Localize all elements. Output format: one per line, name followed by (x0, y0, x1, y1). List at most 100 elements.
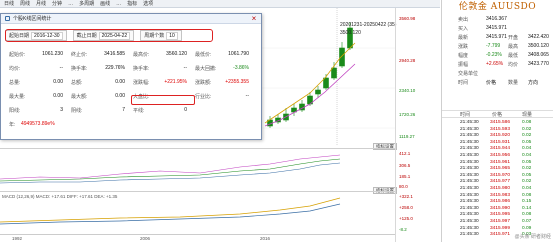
axis-value-3: 1720.26 (399, 112, 416, 117)
stat-value: 0.00 (115, 79, 125, 85)
toolbar-item[interactable]: 日线 (4, 0, 14, 7)
toolbar-item[interactable]: … (68, 1, 73, 7)
x-axis: 1992 2006 2016 (0, 234, 395, 242)
tick-cell: 0.08 (522, 192, 532, 198)
quote-row: 最新 3415.971 开盘 3422.420 (442, 34, 553, 42)
quote-cell: 涨跌 (458, 44, 469, 50)
tick-row: 21:45:30 3415.944 0.04 (442, 146, 553, 152)
tick-cell: 3415.990 (490, 205, 511, 211)
tick-cell: 3415.965 (490, 166, 511, 172)
tick-cell: 21:45:30 (460, 139, 479, 145)
quote-cell: 均价 (508, 62, 519, 68)
toolbar-item[interactable]: 月线 (36, 0, 46, 7)
candlesticks (267, 22, 353, 128)
quote-cell: 3422.420 (528, 34, 549, 40)
x-label-1: 2006 (140, 236, 151, 241)
toolbar-item[interactable]: 画线 (100, 0, 110, 7)
tick-cell: 21:45:30 (460, 179, 479, 185)
toolbar-item[interactable]: 周线 (20, 0, 30, 7)
toolbar-item[interactable]: 分钟 (52, 0, 62, 7)
macd-axis-1: +258.0 (399, 205, 413, 210)
stat-label: 阴线: (71, 108, 83, 114)
tick-cell: 21:45:30 (460, 232, 479, 238)
app-icon (5, 16, 10, 21)
tick-cell: 0.04 (522, 186, 532, 191)
macd-axis-0: +322.1 (399, 194, 413, 199)
tick-cell: 0.08 (522, 212, 532, 218)
interval-stats-dialog: 个股K线区间统计 × 起始日期 2016-12-30 截止日期 2025-04-… (0, 13, 262, 140)
tick-cell: 3415.971 (490, 232, 511, 238)
instrument-title: 伦敦金 AUUSDO (458, 2, 537, 12)
tick-cell: 0.15 (522, 199, 532, 205)
stats-row: 总量: 0.00 总额: 0.00 涨跌幅: +221.95% 涨跌额: +2355.355 (9, 79, 259, 88)
tick-row: 21:45:30 3415.980 0.04 (442, 186, 553, 192)
stat-label: 涨跌幅: (133, 80, 150, 86)
tick-row: 21:45:30 3415.586 0.08 (442, 120, 553, 126)
tick-cell: 21:45:30 (460, 146, 479, 152)
vol-axis-1: 306.5 (399, 163, 411, 168)
stat-value: -- (59, 65, 63, 71)
tick-row: 21:45:30 3415.970 0.05 (442, 173, 553, 179)
tick-header-cell: 现量 (522, 112, 533, 118)
quote-cell: +2.65% (486, 61, 504, 67)
tick-row: 21:45:30 3415.997 0.07 (442, 219, 553, 225)
stat-label: 最大量: (9, 94, 26, 100)
quote-cell: 买入 (458, 26, 469, 32)
toolbar-item[interactable]: 多周期 (79, 0, 94, 7)
tick-header: 时间 价格 现量 (442, 110, 553, 118)
stat-label: 涨跌额: (195, 80, 212, 86)
stat-value: 1061.790 (228, 51, 249, 57)
tick-header-cell: 价格 (492, 112, 503, 118)
axis-value-0: 3560.98 (399, 16, 416, 21)
stat-label: 换手率: (71, 66, 88, 72)
macd-axis-2: +125.0 (399, 216, 413, 221)
tick-header-cell: 时间 (460, 112, 471, 118)
candle-body (339, 47, 345, 67)
toolbar-item[interactable]: … (116, 1, 121, 7)
tick-row: 21:45:30 3415.983 0.08 (442, 193, 553, 199)
tick-row: 21:45:30 3415.977 0.02 (442, 179, 553, 185)
close-icon[interactable]: × (250, 15, 258, 23)
dialog-title: 个股K线区间统计 (13, 16, 52, 22)
tick-cell: 3415.977 (490, 179, 511, 185)
tick-cell: 3415.980 (490, 186, 511, 191)
stat-value: 0.00 (53, 79, 63, 85)
quote-row: 振幅 +2.65% 均价 3423.770 (442, 61, 553, 69)
tick-cell: 0.05 (522, 139, 532, 145)
tick-cell: 3415.983 (490, 192, 511, 198)
cursor-date-label: 20201231-20250422 (35) (340, 22, 397, 28)
tick-cell: 0.02 (522, 179, 532, 185)
stat-label: 终止价: (71, 52, 88, 58)
app-window: 日线 周线 月线 分钟 … 多周期 画线 … 指标 选项 20201231-20250422 (3… (0, 0, 553, 242)
vol-axis-0: 412.1 (399, 151, 411, 156)
tick-cell: 0.07 (522, 219, 532, 224)
stat-value: +2355.355 (225, 79, 249, 85)
tick-row: 21:45:30 3415.999 0.09 (442, 226, 553, 232)
tick-cell: 3415.970 (490, 172, 511, 178)
tick-cell: 3415.944 (490, 146, 511, 152)
stat-value: +221.95% (164, 79, 187, 85)
change-pct-highlight (131, 95, 195, 105)
toolbar-item[interactable]: 指标 (127, 0, 137, 7)
quote-cell: 最新 (458, 35, 469, 41)
tick-cell: 21:45:30 (460, 186, 479, 191)
dialog-titlebar[interactable]: 个股K线区间统计 (1, 14, 261, 24)
stat-label: 总量: (9, 80, 21, 86)
tick-cell: 21:45:30 (460, 120, 479, 125)
stats-row: 年: 4949573.89e% (9, 121, 259, 130)
tick-cell: 3415.956 (490, 153, 511, 158)
stat-label: 最低价: (195, 52, 212, 58)
axis-value-4: 1119.27 (399, 134, 415, 139)
stat-value: 4949573.89e% (21, 121, 55, 127)
vol-axis-2: 185.1 (399, 174, 411, 179)
stat-label: 最大回撤: (195, 66, 217, 72)
price-axis: 3560.98 2940.28 2340.10 1720.26 1119.27 … (395, 8, 441, 242)
top-toolbar: 日线 周线 月线 分钟 … 多周期 画线 … 指标 选项 (0, 0, 440, 8)
stat-label: 起始价: (9, 52, 26, 58)
toolbar-item[interactable]: 选项 (143, 0, 153, 7)
tick-cell: 21:45:30 (460, 133, 479, 139)
quote-cell: 卖出 (458, 17, 469, 23)
tick-row: 21:45:30 3415.920 0.02 (442, 133, 553, 139)
watermark: @头条 研者财经 (514, 234, 551, 240)
quote-cell: 3408.065 (528, 52, 549, 58)
